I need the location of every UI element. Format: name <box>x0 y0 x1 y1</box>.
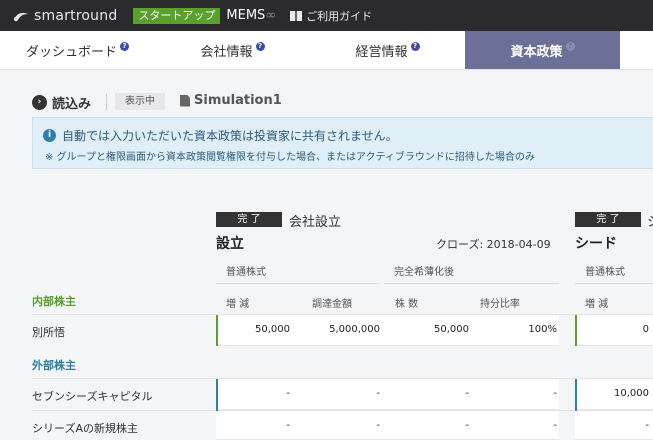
round-name[interactable]: 設立 <box>216 233 244 253</box>
round-status-badge: 完 了 <box>216 212 282 227</box>
cell-change[interactable]: - <box>585 420 649 431</box>
col-header-change: 増 減 <box>585 299 609 310</box>
main-tabs: ダッシュボード? 会社情報? 経営情報? 資本政策? <box>0 31 653 70</box>
company-suffix: ∞ <box>265 8 277 23</box>
cell-change[interactable]: 10,000 <box>585 388 649 399</box>
cell-shares: - <box>465 388 469 399</box>
document-icon <box>180 94 190 107</box>
tab-label: ダッシュボード <box>25 44 117 60</box>
book-icon <box>290 10 303 21</box>
cell-ratio: - <box>553 420 557 431</box>
simulation-name: Simulation1 <box>180 93 282 108</box>
cell-change[interactable]: 50,000 <box>226 324 290 335</box>
header-line <box>575 283 653 284</box>
app-logo[interactable]: smartround <box>12 8 117 24</box>
cell-amount[interactable]: - <box>300 388 380 399</box>
info-message: 自動では入力いただいた資本政策は投資家に共有されません。 <box>62 129 398 143</box>
tab-label: 会社情報 <box>200 44 253 60</box>
tab-label: 経営情報 <box>355 44 408 60</box>
section-internal-shareholders: 内部株主 <box>32 295 76 308</box>
info-banner: i 自動では入力いただいた資本政策は投資家に共有されません。 ※ グループと権限… <box>32 117 653 169</box>
info-note: ※ グループと権限画面から資本政策閲覧権限を付与した場合、またはアクティブラウン… <box>45 152 535 163</box>
round-subtitle: 会社設立 <box>289 215 342 230</box>
cell-change[interactable]: 0 <box>585 324 649 335</box>
header-line <box>384 283 559 284</box>
group-header-diluted: 完全希薄化後 <box>394 267 454 278</box>
help-icon[interactable]: ? <box>565 41 575 51</box>
col-header-change: 増 減 <box>226 299 250 310</box>
tab-capital-policy[interactable]: 資本政策? <box>465 31 620 69</box>
help-icon[interactable]: ? <box>410 41 420 51</box>
row-indicator <box>216 315 218 346</box>
shareholder-name[interactable]: シリーズAの新規株主 <box>32 420 138 436</box>
tab-management-info[interactable]: 経営情報? <box>310 31 465 69</box>
info-icon: i <box>43 129 56 142</box>
cell-change[interactable]: - <box>226 388 290 399</box>
simulation-label: Simulation1 <box>194 93 282 108</box>
status-badge: 表示中 <box>115 93 165 110</box>
shareholder-name[interactable]: 別所悟 <box>32 324 65 340</box>
cell-shares: 50,000 <box>434 324 469 335</box>
header-line <box>216 283 378 284</box>
group-header-common: 普通株式 <box>585 267 625 278</box>
chevron-right-icon: › <box>32 95 47 110</box>
company-name[interactable]: MEMS <box>226 8 265 23</box>
round-close-date: クローズ: 2018-04-09 <box>436 238 551 251</box>
cell-amount[interactable]: 5,000,000 <box>300 324 380 335</box>
load-button[interactable]: › 読込み <box>32 93 91 112</box>
row-indicator <box>575 315 577 346</box>
shareholder-name[interactable]: セブンシーズキャピタル <box>32 388 152 404</box>
guide-link[interactable]: ご利用ガイド <box>290 8 372 24</box>
col-header-amount: 調達金額 <box>312 299 352 310</box>
tab-label: 資本政策 <box>510 44 563 60</box>
cell-amount[interactable]: - <box>300 420 380 431</box>
help-icon[interactable]: ? <box>255 41 265 51</box>
divider <box>106 94 107 110</box>
cell-ratio: 100% <box>528 324 557 335</box>
logo-mark-icon <box>13 12 28 21</box>
section-external-shareholders: 外部株主 <box>32 359 76 372</box>
col-header-shares: 株 数 <box>395 299 419 310</box>
cell-shares: - <box>465 420 469 431</box>
group-header-common: 普通株式 <box>226 267 266 278</box>
tab-dashboard[interactable]: ダッシュボード? <box>0 31 155 69</box>
cell-ratio: - <box>553 388 557 399</box>
round-name[interactable]: シード <box>575 233 617 253</box>
load-label: 読込み <box>52 97 92 112</box>
guide-label: ご利用ガイド <box>306 9 373 23</box>
help-icon[interactable]: ? <box>120 41 129 51</box>
round-subtitle: シ <box>647 211 653 230</box>
cell-change[interactable]: - <box>226 420 290 431</box>
tab-company-info[interactable]: 会社情報? <box>155 31 310 69</box>
plan-badge: スタートアップ <box>133 7 221 24</box>
col-header-ratio: 持分比率 <box>480 299 520 310</box>
round-status-badge: 完 了 <box>575 212 641 227</box>
top-bar: smartround スタートアップ MEMS ∞ ご利用ガイド <box>0 0 653 31</box>
logo-text: smartround <box>34 7 118 24</box>
